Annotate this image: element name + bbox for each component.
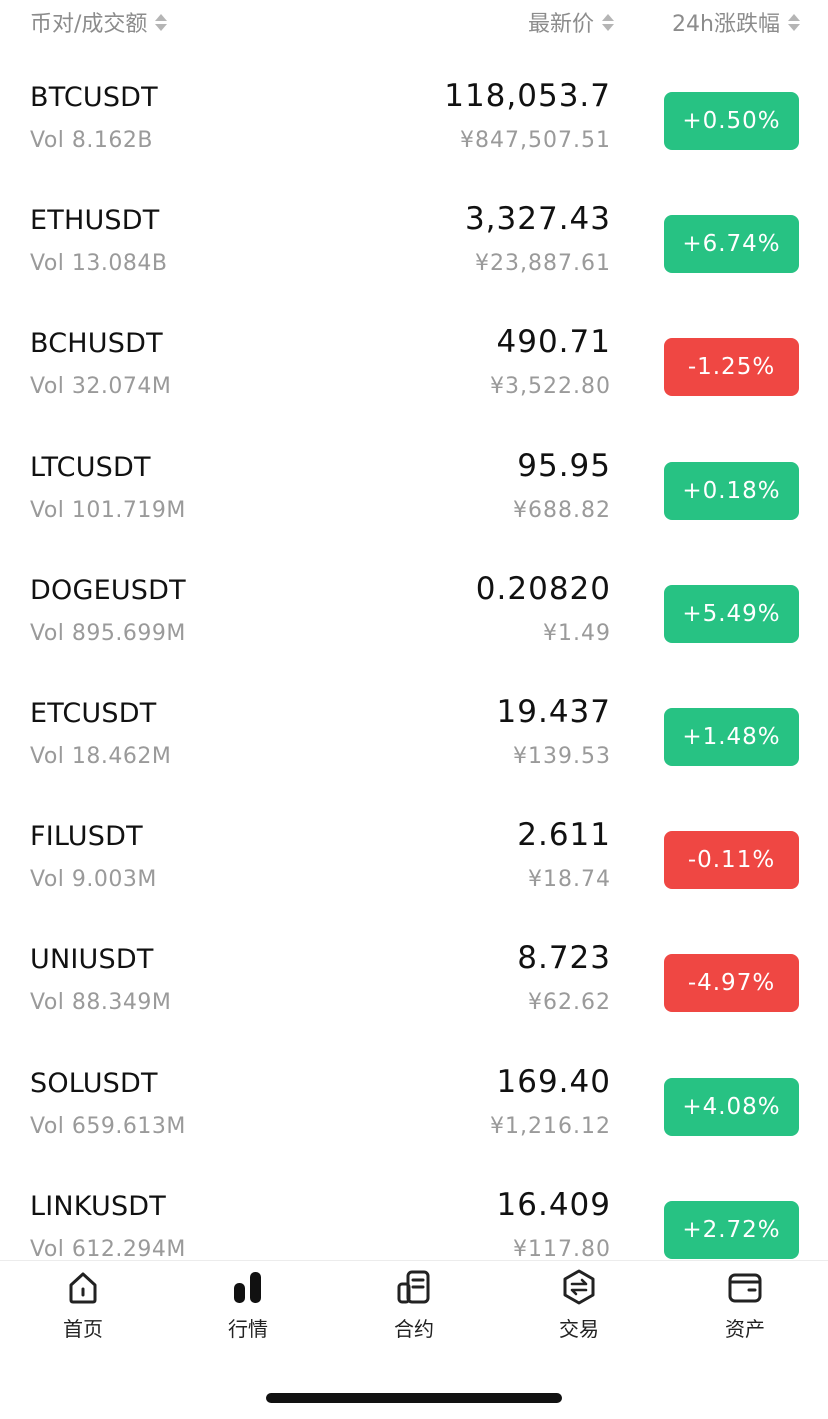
market-row[interactable]: DOGEUSDT Vol 895.699M 0.20820 ¥1.49 +5.4…	[0, 553, 828, 676]
nav-trade-label: 交易	[559, 1317, 599, 1341]
nav-trade[interactable]: 交易	[524, 1267, 634, 1347]
last-price: 16.409	[496, 1186, 611, 1223]
nav-market-label: 行情	[228, 1317, 268, 1341]
sort-by-pair-volume[interactable]: 币对/成交额	[30, 6, 168, 38]
sort-by-24h-change[interactable]: 24h涨跌幅	[672, 6, 800, 38]
change-badge[interactable]: +4.08%	[664, 1077, 799, 1136]
cny-price: ¥139.53	[513, 743, 611, 769]
change-badge[interactable]: -0.11%	[664, 831, 799, 890]
cny-price: ¥3,522.80	[490, 374, 611, 400]
market-row[interactable]: BCHUSDT Vol 32.074M 490.71 ¥3,522.80 -1.…	[0, 306, 828, 429]
pair-symbol: ETHUSDT	[30, 205, 160, 237]
market-row[interactable]: LTCUSDT Vol 101.719M 95.95 ¥688.82 +0.18…	[0, 430, 828, 553]
market-row[interactable]: ETCUSDT Vol 18.462M 19.437 ¥139.53 +1.48…	[0, 676, 828, 799]
nav-home[interactable]: 首页	[28, 1267, 138, 1347]
pair-volume-header-label: 币对/成交额	[30, 12, 148, 37]
change-badge[interactable]: +0.18%	[664, 461, 799, 520]
cny-price: ¥1.49	[543, 620, 611, 646]
change-badge[interactable]: -4.97%	[664, 954, 799, 1013]
pair-symbol: LINKUSDT	[30, 1190, 166, 1222]
home-icon	[69, 1272, 97, 1304]
nav-futures-label: 合约	[394, 1317, 434, 1341]
market-row[interactable]: ETHUSDT Vol 13.084B 3,327.43 ¥23,887.61 …	[0, 183, 828, 306]
pair-symbol: BCHUSDT	[30, 328, 163, 360]
cny-price: ¥688.82	[513, 497, 611, 523]
cny-price: ¥18.74	[528, 867, 611, 893]
pair-volume: Vol 895.699M	[30, 620, 186, 646]
change-badge[interactable]: +1.48%	[664, 707, 799, 766]
last-price: 490.71	[496, 324, 611, 361]
change-24h-header-label: 24h涨跌幅	[672, 12, 780, 37]
pair-volume: Vol 612.294M	[30, 1236, 186, 1260]
sort-icon	[602, 13, 614, 31]
pair-symbol: SOLUSDT	[30, 1067, 158, 1099]
pair-volume: Vol 659.613M	[30, 1113, 186, 1139]
cny-price: ¥23,887.61	[475, 251, 611, 277]
last-price: 3,327.43	[464, 201, 611, 238]
latest-price-header-label: 最新价	[527, 12, 594, 37]
exchange-icon	[563, 1269, 595, 1305]
change-badge[interactable]: +5.49%	[664, 584, 799, 643]
last-price: 95.95	[517, 447, 611, 484]
change-badge[interactable]: +0.50%	[664, 92, 799, 150]
last-price: 118,053.7	[444, 78, 611, 114]
home-indicator[interactable]	[266, 1393, 562, 1403]
market-row[interactable]: FILUSDT Vol 9.003M 2.611 ¥18.74 -0.11%	[0, 799, 828, 922]
cny-price: ¥62.62	[528, 990, 611, 1016]
nav-assets[interactable]: 资产	[690, 1267, 800, 1347]
pair-volume: Vol 88.349M	[30, 990, 172, 1016]
pair-symbol: UNIUSDT	[30, 944, 154, 976]
market-page: 币对/成交额 最新价 24h涨跌幅 BTCUSDT Vol 8.162B 118…	[0, 0, 828, 1419]
pair-volume: Vol 18.462M	[30, 743, 172, 769]
last-price: 169.40	[496, 1063, 611, 1100]
change-badge[interactable]: +6.74%	[664, 215, 799, 274]
market-list[interactable]: BTCUSDT Vol 8.162B 118,053.7 ¥847,507.51…	[0, 60, 828, 1260]
last-price: 2.611	[517, 817, 611, 854]
market-row[interactable]: LINKUSDT Vol 612.294M 16.409 ¥117.80 +2.…	[0, 1169, 828, 1260]
nav-market[interactable]: 行情	[193, 1267, 303, 1347]
market-row[interactable]: SOLUSDT Vol 659.613M 169.40 ¥1,216.12 +4…	[0, 1046, 828, 1169]
pair-volume: Vol 101.719M	[30, 497, 186, 523]
market-row[interactable]: UNIUSDT Vol 88.349M 8.723 ¥62.62 -4.97%	[0, 922, 828, 1045]
bar-chart-icon	[234, 1272, 261, 1303]
cny-price: ¥847,507.51	[460, 128, 611, 153]
pair-symbol: ETCUSDT	[30, 697, 157, 729]
pair-volume: Vol 9.003M	[30, 867, 157, 893]
market-row[interactable]: BTCUSDT Vol 8.162B 118,053.7 ¥847,507.51…	[0, 60, 828, 183]
contract-icon	[397, 1270, 430, 1304]
sort-icon	[155, 13, 168, 31]
nav-futures[interactable]: 合约	[359, 1267, 469, 1347]
sort-icon	[788, 13, 800, 31]
last-price: 19.437	[496, 693, 611, 730]
nav-assets-label: 资产	[725, 1317, 765, 1341]
pair-symbol: LTCUSDT	[30, 451, 151, 483]
pair-volume: Vol 32.074M	[30, 374, 172, 400]
wallet-icon	[728, 1273, 762, 1303]
cny-price: ¥1,216.12	[490, 1113, 611, 1139]
sort-by-latest-price[interactable]: 最新价	[528, 6, 614, 38]
last-price: 8.723	[517, 940, 611, 977]
pair-symbol: DOGEUSDT	[30, 574, 186, 606]
pair-volume: Vol 8.162B	[30, 128, 153, 153]
last-price: 0.20820	[475, 570, 611, 607]
pair-symbol: BTCUSDT	[30, 82, 158, 113]
pair-symbol: FILUSDT	[30, 821, 143, 853]
cny-price: ¥117.80	[513, 1236, 611, 1260]
list-header: 币对/成交额 最新价 24h涨跌幅	[0, 0, 828, 46]
nav-home-label: 首页	[63, 1317, 103, 1341]
pair-volume: Vol 13.084B	[30, 251, 168, 277]
change-badge[interactable]: +2.72%	[664, 1200, 799, 1259]
change-badge[interactable]: -1.25%	[664, 338, 799, 397]
